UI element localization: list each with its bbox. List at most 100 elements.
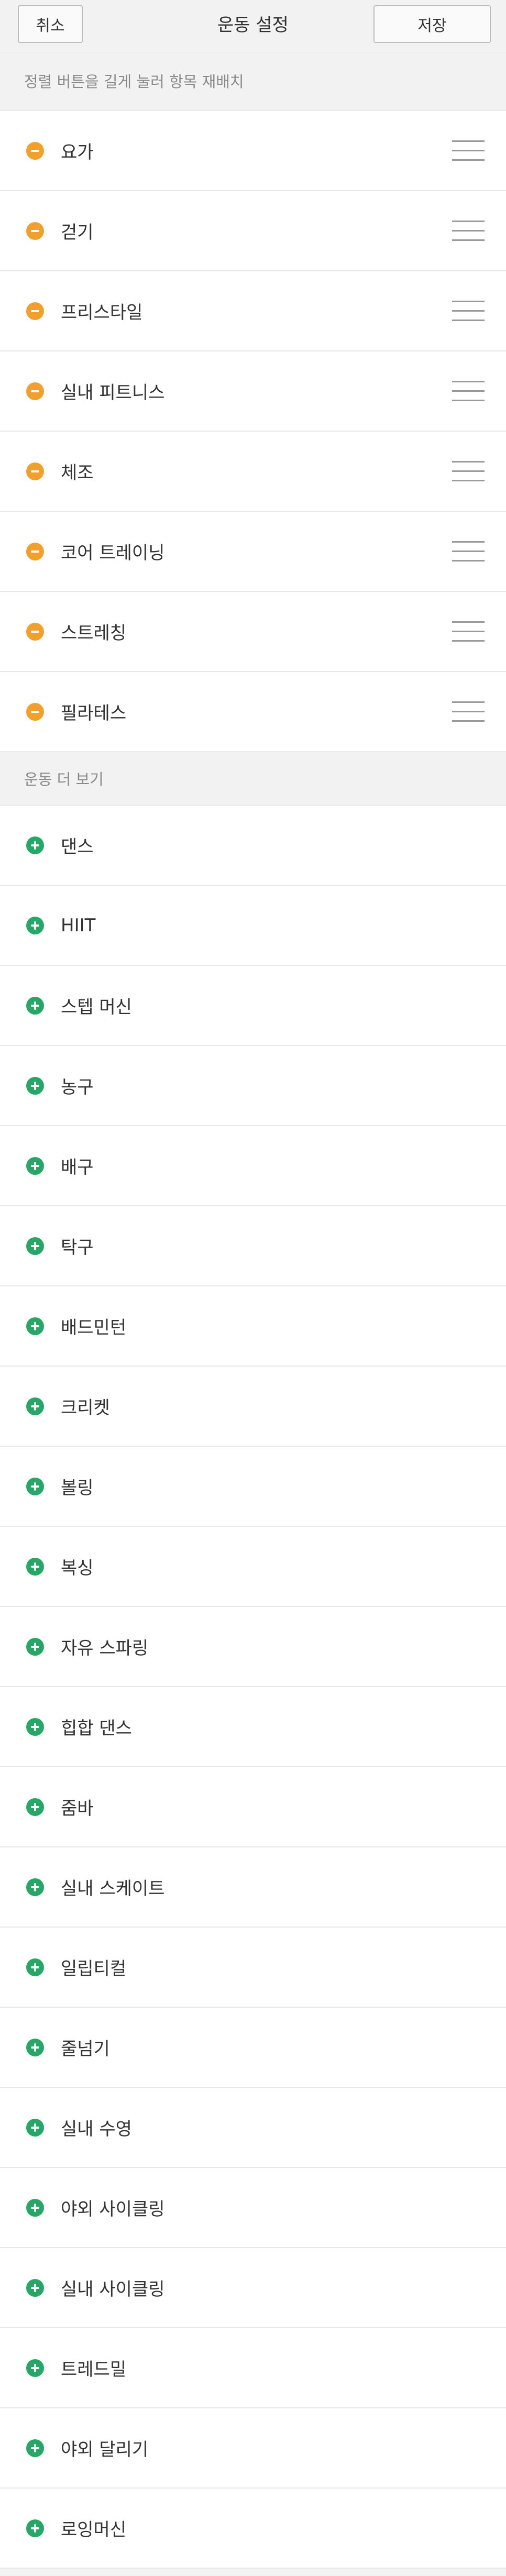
workout-label: 크리켓: [61, 1397, 110, 1418]
drag-handle-icon[interactable]: [452, 540, 485, 563]
plus-circle-icon[interactable]: [26, 1397, 44, 1415]
plus-circle-icon[interactable]: [26, 2519, 44, 2537]
selected-workout-row[interactable]: 걷기: [0, 191, 506, 271]
workout-label: 배드민턴: [61, 1317, 127, 1338]
available-workout-row[interactable]: 실내 사이클링: [0, 2248, 506, 2328]
workout-label: 실내 사이클링: [61, 2279, 165, 2300]
minus-circle-icon[interactable]: [26, 302, 44, 320]
selected-workout-row[interactable]: 프리스타일: [0, 271, 506, 351]
available-workout-row[interactable]: 야외 사이클링: [0, 2168, 506, 2248]
minus-circle-icon[interactable]: [26, 382, 44, 400]
workout-label: 스트레칭: [61, 623, 127, 644]
available-workout-row[interactable]: 스텝 머신: [0, 966, 506, 1046]
minus-circle-icon[interactable]: [26, 702, 44, 721]
workout-label: 실내 수영: [61, 2119, 132, 2140]
plus-circle-icon[interactable]: [26, 1317, 44, 1335]
top-bar: 취소 운동 설정 저장: [0, 0, 506, 52]
cancel-button[interactable]: 취소: [18, 5, 83, 43]
selected-workout-row[interactable]: 실내 피트니스: [0, 351, 506, 432]
plus-circle-icon[interactable]: [26, 1878, 44, 1896]
available-workout-row[interactable]: 크리켓: [0, 1367, 506, 1447]
drag-handle-icon[interactable]: [452, 460, 485, 483]
plus-circle-icon[interactable]: [26, 1157, 44, 1175]
drag-handle-icon[interactable]: [452, 300, 485, 323]
workout-label: 탁구: [61, 1237, 94, 1258]
workout-label: 체조: [61, 463, 94, 483]
workout-label: 실내 스케이트: [61, 1878, 165, 1899]
plus-circle-icon[interactable]: [26, 836, 44, 854]
workout-label: 로잉머신: [61, 2519, 127, 2540]
workout-label: 줄넘기: [61, 2039, 110, 2060]
available-workout-row[interactable]: 야외 달리기: [0, 2408, 506, 2489]
available-workout-row[interactable]: 댄스: [0, 806, 506, 886]
plus-circle-icon[interactable]: [26, 1958, 44, 1976]
drag-handle-icon[interactable]: [452, 380, 485, 403]
minus-circle-icon[interactable]: [26, 622, 44, 641]
drag-handle-icon[interactable]: [452, 139, 485, 162]
workout-label: 코어 트레이닝: [61, 543, 165, 564]
available-workout-row[interactable]: 실내 수영: [0, 2088, 506, 2168]
workout-label: HIIT: [61, 915, 96, 936]
workout-label: 복싱: [61, 1558, 94, 1579]
workout-label: 배구: [61, 1157, 94, 1178]
plus-circle-icon[interactable]: [26, 2278, 44, 2297]
plus-circle-icon[interactable]: [26, 1076, 44, 1095]
plus-circle-icon[interactable]: [26, 2198, 44, 2217]
available-workout-row[interactable]: 일립티컬: [0, 1928, 506, 2008]
minus-circle-icon[interactable]: [26, 542, 44, 560]
available-workout-row[interactable]: 복싱: [0, 1527, 506, 1607]
available-workout-row[interactable]: 볼링: [0, 1447, 506, 1527]
available-workout-row[interactable]: 배구: [0, 1126, 506, 1206]
plus-circle-icon[interactable]: [26, 1557, 44, 1576]
plus-circle-icon[interactable]: [26, 2359, 44, 2377]
drag-handle-icon[interactable]: [452, 620, 485, 643]
available-workout-row[interactable]: 탁구: [0, 1206, 506, 1286]
plus-circle-icon[interactable]: [26, 1237, 44, 1255]
plus-circle-icon[interactable]: [26, 1477, 44, 1495]
available-workout-row[interactable]: 실내 스케이트: [0, 1847, 506, 1928]
workout-label: 야외 사이클링: [61, 2199, 165, 2220]
minus-circle-icon[interactable]: [26, 462, 44, 480]
workout-label: 힙합 댄스: [61, 1718, 132, 1739]
workout-label: 걷기: [61, 222, 94, 243]
workout-label: 줌바: [61, 1798, 94, 1819]
workout-label: 댄스: [61, 836, 94, 857]
selected-workout-row[interactable]: 체조: [0, 432, 506, 512]
plus-circle-icon[interactable]: [26, 1798, 44, 1816]
drag-handle-icon[interactable]: [452, 700, 485, 723]
minus-circle-icon[interactable]: [26, 222, 44, 240]
available-workout-row[interactable]: 힙합 댄스: [0, 1687, 506, 1767]
workout-label: 필라테스: [61, 703, 127, 724]
plus-circle-icon[interactable]: [26, 916, 44, 934]
plus-circle-icon[interactable]: [26, 2439, 44, 2457]
drag-handle-icon[interactable]: [452, 219, 485, 243]
workout-label: 요가: [61, 142, 94, 163]
workout-label: 농구: [61, 1077, 94, 1098]
selected-workout-row[interactable]: 코어 트레이닝: [0, 512, 506, 592]
selected-workout-row[interactable]: 요가: [0, 111, 506, 191]
plus-circle-icon[interactable]: [26, 996, 44, 1015]
minus-circle-icon[interactable]: [26, 141, 44, 160]
selected-workout-row[interactable]: 스트레칭: [0, 592, 506, 672]
available-workout-row[interactable]: 농구: [0, 1046, 506, 1126]
workout-label: 트레드밀: [61, 2359, 127, 2380]
available-workout-row[interactable]: 줄넘기: [0, 2008, 506, 2088]
available-workout-row[interactable]: 자유 스파링: [0, 1607, 506, 1687]
available-workout-row[interactable]: 배드민턴: [0, 1286, 506, 1367]
selected-workout-row[interactable]: 필라테스: [0, 672, 506, 752]
workout-label: 실내 피트니스: [61, 382, 165, 403]
available-workout-row[interactable]: HIIT: [0, 886, 506, 966]
available-workout-row[interactable]: 줌바: [0, 1767, 506, 1847]
reorder-hint: 정렬 버튼을 길게 눌러 항목 재배치: [0, 52, 506, 111]
workout-label: 야외 달리기: [61, 2439, 149, 2460]
plus-circle-icon[interactable]: [26, 2118, 44, 2137]
plus-circle-icon[interactable]: [26, 2038, 44, 2056]
available-workout-row[interactable]: 로잉머신: [0, 2489, 506, 2569]
workout-label: 볼링: [61, 1478, 94, 1499]
plus-circle-icon[interactable]: [26, 1718, 44, 1736]
workout-label: 일립티컬: [61, 1958, 127, 1979]
save-button[interactable]: 저장: [373, 5, 491, 43]
selected-workout-list: 요가걷기프리스타일실내 피트니스체조코어 트레이닝스트레칭필라테스: [0, 111, 506, 752]
plus-circle-icon[interactable]: [26, 1637, 44, 1656]
available-workout-row[interactable]: 트레드밀: [0, 2328, 506, 2408]
